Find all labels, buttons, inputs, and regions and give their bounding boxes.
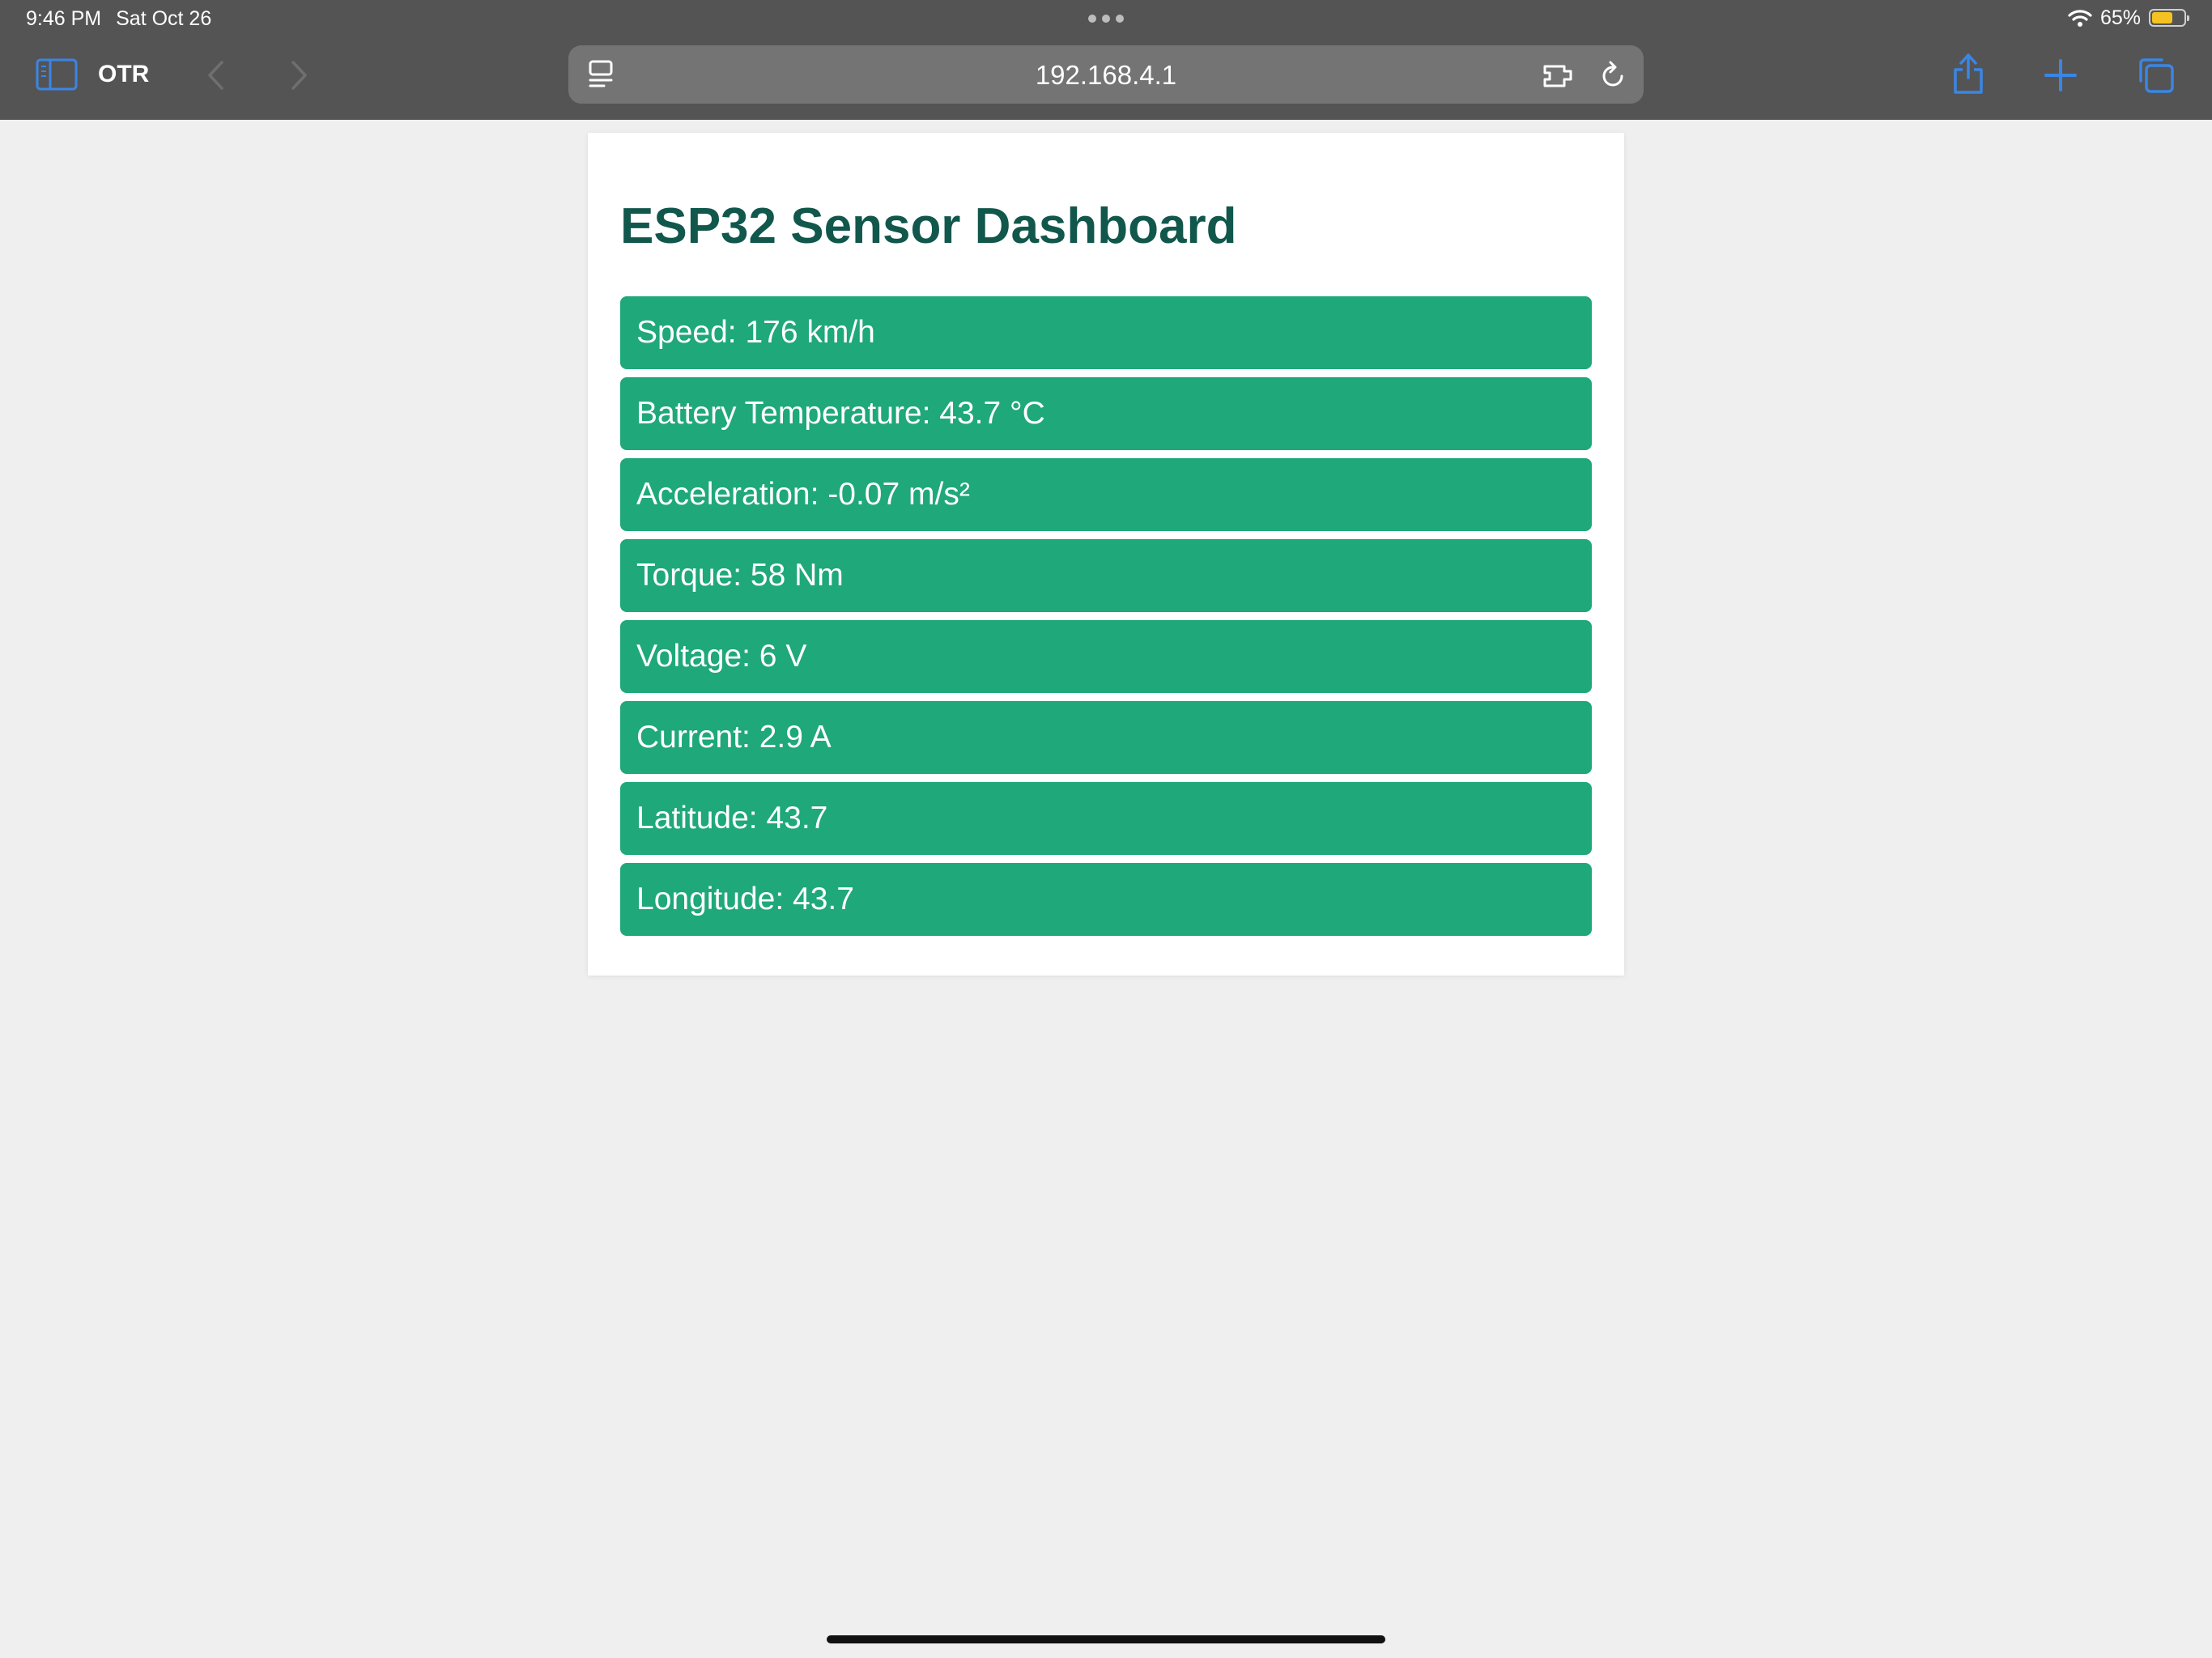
battery-level-fill bbox=[2152, 12, 2172, 23]
multitasking-dots-icon[interactable] bbox=[1088, 13, 1124, 24]
reading-voltage: Voltage: 6 V bbox=[620, 620, 1592, 693]
reload-icon[interactable] bbox=[1598, 60, 1627, 91]
reading-battery-temperature: Battery Temperature: 43.7 °C bbox=[620, 377, 1592, 450]
status-date: Sat Oct 26 bbox=[116, 7, 212, 30]
wifi-icon bbox=[2068, 10, 2092, 27]
share-icon[interactable] bbox=[1951, 50, 1985, 96]
battery-icon bbox=[2149, 9, 2189, 27]
reading-current: Current: 2.9 A bbox=[620, 701, 1592, 774]
forward-icon[interactable] bbox=[290, 60, 309, 91]
status-indicators: 65% bbox=[2068, 5, 2189, 31]
tab-group-name[interactable]: OTR bbox=[98, 58, 149, 91]
extension-icon[interactable] bbox=[1542, 60, 1576, 91]
sidebar-icon[interactable] bbox=[36, 58, 78, 91]
tabs-icon[interactable] bbox=[2136, 55, 2175, 94]
reading-acceleration: Acceleration: -0.07 m/s² bbox=[620, 458, 1592, 531]
page-title: ESP32 Sensor Dashboard bbox=[620, 198, 1237, 254]
back-icon[interactable] bbox=[206, 60, 225, 91]
status-clock: 9:46 PM Sat Oct 26 bbox=[26, 6, 226, 31]
reading-speed: Speed: 176 km/h bbox=[620, 296, 1592, 369]
battery-percent: 65% bbox=[2099, 6, 2141, 29]
reading-latitude: Latitude: 43.7 bbox=[620, 782, 1592, 855]
dashboard-card: ESP32 Sensor Dashboard Speed: 176 km/h B… bbox=[588, 133, 1624, 976]
new-tab-icon[interactable] bbox=[2044, 58, 2078, 92]
reading-torque: Torque: 58 Nm bbox=[620, 539, 1592, 612]
sensor-readings-list: Speed: 176 km/h Battery Temperature: 43.… bbox=[620, 296, 1592, 936]
address-bar[interactable]: 192.168.4.1 bbox=[568, 45, 1644, 104]
url-text[interactable]: 192.168.4.1 bbox=[568, 60, 1644, 91]
browser-chrome: 9:46 PM Sat Oct 26 65% OTR 192.168.4.1 bbox=[0, 0, 2212, 120]
home-indicator[interactable] bbox=[827, 1635, 1385, 1643]
status-time: 9:46 PM bbox=[26, 7, 102, 30]
reading-longitude: Longitude: 43.7 bbox=[620, 863, 1592, 936]
